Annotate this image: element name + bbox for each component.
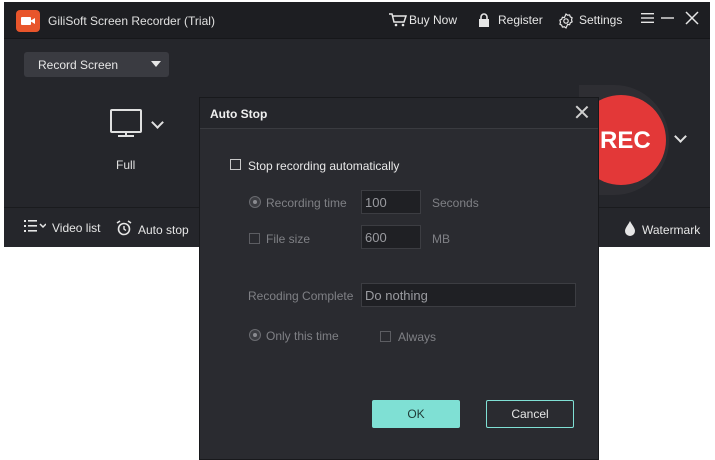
file-size-label: File size <box>266 232 311 246</box>
settings-label: Settings <box>579 13 623 27</box>
app-logo-icon <box>16 10 40 32</box>
close-window-icon[interactable] <box>684 11 700 29</box>
recording-time-radio[interactable] <box>249 196 261 208</box>
chevron-down-icon[interactable] <box>151 116 164 129</box>
recording-time-label: Recording time <box>266 196 347 210</box>
recording-complete-label: Recoding Complete <box>248 289 354 303</box>
lock-icon <box>477 13 493 27</box>
rec-label: REC <box>600 127 651 154</box>
recording-complete-select[interactable] <box>361 283 576 307</box>
dialog-header: Auto Stop <box>200 98 598 129</box>
register-button[interactable]: Register <box>477 13 543 27</box>
water-drop-icon <box>624 220 636 239</box>
recording-time-input[interactable] <box>361 190 421 214</box>
gear-icon <box>558 13 574 29</box>
capture-area-label: Full <box>116 158 136 172</box>
file-size-unit: MB <box>432 232 450 246</box>
video-list-button[interactable]: Video list <box>24 220 100 235</box>
record-mode-value: Record Screen <box>38 58 119 72</box>
stop-automatically-checkbox[interactable] <box>230 159 241 170</box>
watermark-button[interactable]: Watermark <box>624 220 700 239</box>
dialog-title: Auto Stop <box>210 107 268 121</box>
stop-automatically-label: Stop recording automatically <box>248 159 400 173</box>
ok-button[interactable]: OK <box>372 400 460 428</box>
register-label: Register <box>498 13 543 27</box>
buy-now-button[interactable]: Buy Now <box>388 13 457 27</box>
always-checkbox[interactable] <box>380 331 391 342</box>
list-icon <box>24 220 47 235</box>
app-title: GiliSoft Screen Recorder (Trial) <box>48 14 215 28</box>
video-list-label: Video list <box>52 220 101 235</box>
cart-icon <box>388 13 408 27</box>
minimize-icon[interactable] <box>660 11 676 29</box>
auto-stop-dialog: Auto Stop Stop recording automatically R… <box>199 97 599 460</box>
title-bar: GiliSoft Screen Recorder (Trial) Buy Now… <box>4 2 710 39</box>
settings-button[interactable]: Settings <box>558 13 623 29</box>
monitor-icon <box>110 109 142 133</box>
auto-stop-label: Auto stop <box>138 222 189 237</box>
record-mode-select[interactable]: Record Screen <box>24 52 169 77</box>
only-this-time-radio[interactable] <box>249 329 261 341</box>
menu-icon[interactable] <box>640 11 656 29</box>
file-size-checkbox[interactable] <box>249 233 260 244</box>
only-this-time-label: Only this time <box>266 329 339 343</box>
watermark-label: Watermark <box>642 222 701 237</box>
caret-down-icon <box>151 61 161 67</box>
close-icon[interactable] <box>574 104 590 120</box>
file-size-input[interactable] <box>361 225 421 249</box>
recording-time-unit: Seconds <box>432 196 479 210</box>
rec-options-chevron-icon[interactable] <box>674 130 687 143</box>
alarm-clock-icon <box>116 220 132 239</box>
buy-now-label: Buy Now <box>409 13 458 27</box>
cancel-button[interactable]: Cancel <box>486 400 574 428</box>
auto-stop-button[interactable]: Auto stop <box>116 220 189 239</box>
monitor-stand <box>118 135 134 137</box>
always-label: Always <box>398 330 437 344</box>
